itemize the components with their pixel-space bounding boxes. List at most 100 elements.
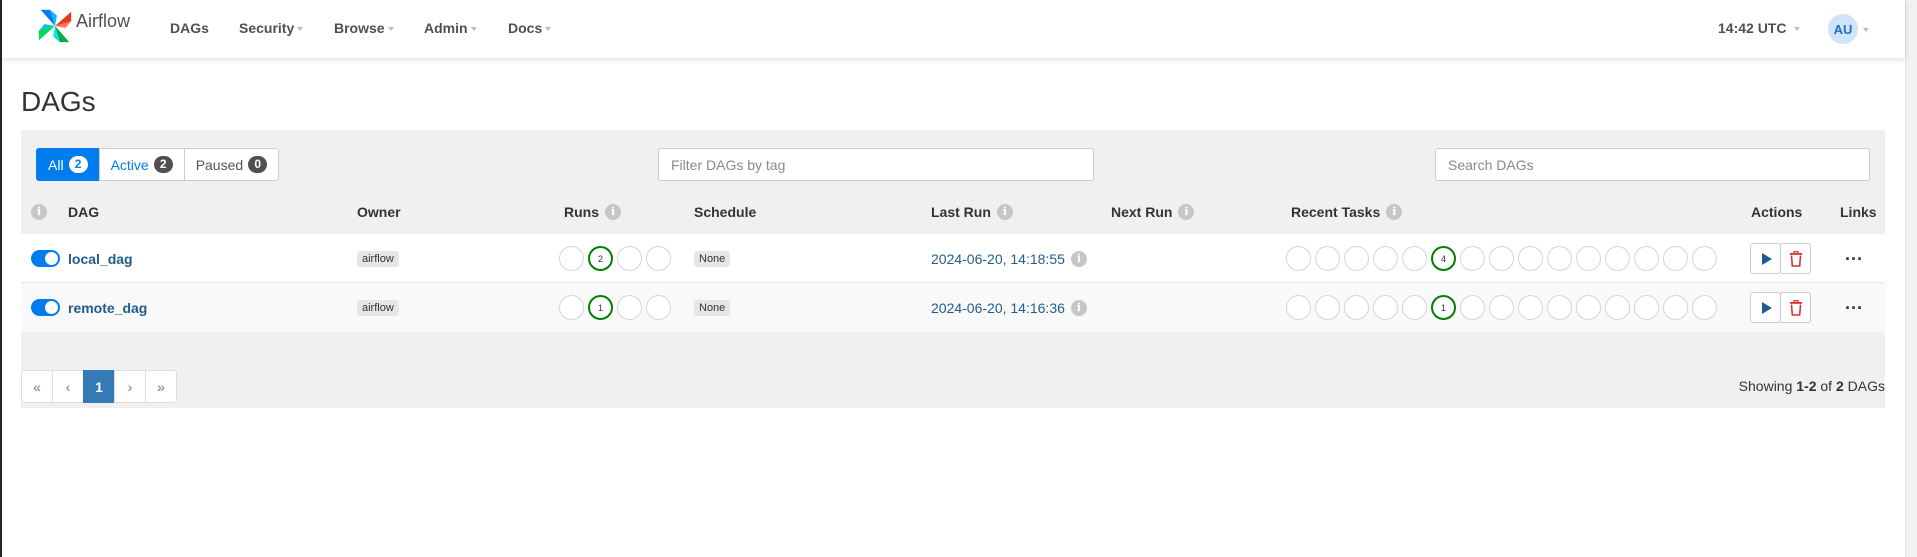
task-state-circle[interactable]	[1576, 295, 1601, 320]
task-state-circle[interactable]	[1663, 246, 1688, 271]
last-run-link[interactable]: 2024-06-20, 14:18:55 i	[931, 250, 1087, 267]
schedule-tag[interactable]: None	[694, 299, 731, 316]
delete-dag-button[interactable]	[1780, 243, 1811, 274]
task-state-circle[interactable]	[1692, 295, 1717, 320]
page-current-button[interactable]: 1	[83, 370, 115, 403]
filter-active-button[interactable]: Active 2	[98, 148, 185, 181]
play-icon	[1761, 301, 1772, 314]
task-success-circle[interactable]: 4	[1431, 246, 1456, 271]
chevron-down-icon	[1794, 27, 1801, 31]
col-owner[interactable]: Owner	[357, 204, 401, 220]
runs-failed-circle[interactable]	[646, 295, 671, 320]
scrollbar[interactable]	[1905, 0, 1917, 557]
task-state-circle[interactable]	[1489, 246, 1514, 271]
dag-link[interactable]: local_dag	[68, 251, 133, 267]
task-state-circle[interactable]	[1663, 295, 1688, 320]
filter-paused-button[interactable]: Paused 0	[183, 148, 280, 181]
nav-browse-label: Browse	[334, 20, 385, 36]
more-links-icon[interactable]: ···	[1845, 250, 1863, 268]
task-state-circle[interactable]	[1634, 295, 1659, 320]
dags-panel: All 2 Active 2 Paused 0 i DAG Owner Runs…	[21, 130, 1885, 408]
navbar: Airflow DAGs Security Browse Admin Docs …	[2, 0, 1905, 58]
col-last-run: Last Run i	[931, 204, 1013, 220]
more-links-icon[interactable]: ···	[1845, 299, 1863, 317]
schedule-tag[interactable]: None	[694, 250, 731, 267]
runs-running-circle[interactable]	[617, 246, 642, 271]
col-last-run-label: Last Run	[931, 204, 991, 220]
task-state-circle[interactable]	[1576, 246, 1601, 271]
task-state-circle[interactable]	[1518, 295, 1543, 320]
task-state-circle[interactable]	[1286, 246, 1311, 271]
task-state-circle[interactable]	[1634, 246, 1659, 271]
nav-dags[interactable]: DAGs	[170, 20, 209, 36]
task-state-circle[interactable]	[1605, 295, 1630, 320]
task-state-circle[interactable]	[1344, 246, 1369, 271]
nav-browse[interactable]: Browse	[334, 20, 394, 36]
delete-dag-button[interactable]	[1780, 292, 1811, 323]
runs-running-circle[interactable]	[617, 295, 642, 320]
timezone-clock[interactable]: 14:42 UTC	[1718, 20, 1801, 36]
task-state-circle[interactable]	[1315, 295, 1340, 320]
trigger-dag-button[interactable]	[1750, 243, 1781, 274]
chevron-down-icon	[470, 27, 477, 31]
last-run-link[interactable]: 2024-06-20, 14:16:36 i	[931, 299, 1087, 316]
task-state-circle[interactable]	[1286, 295, 1311, 320]
task-success-circle[interactable]: 1	[1431, 295, 1456, 320]
status-filter-group: All 2 Active 2 Paused 0	[36, 148, 280, 181]
nav-docs[interactable]: Docs	[508, 20, 552, 36]
trash-icon	[1789, 299, 1802, 316]
task-state-circle[interactable]	[1489, 295, 1514, 320]
runs-success-circle[interactable]: 1	[588, 295, 613, 320]
task-state-circle[interactable]	[1518, 246, 1543, 271]
dag-pause-toggle[interactable]	[31, 299, 60, 316]
runs-queued-circle[interactable]	[559, 295, 584, 320]
task-state-circle[interactable]	[1460, 295, 1485, 320]
info-icon[interactable]: i	[996, 204, 1013, 220]
avatar: AU	[1828, 14, 1858, 44]
task-state-circle[interactable]	[1315, 246, 1340, 271]
task-state-circle[interactable]	[1460, 246, 1485, 271]
page-next-button[interactable]: ›	[114, 370, 146, 403]
info-icon[interactable]: i	[31, 204, 47, 220]
task-state-circle[interactable]	[1547, 246, 1572, 271]
tag-filter-input[interactable]	[658, 148, 1094, 181]
task-state-circle[interactable]	[1402, 246, 1427, 271]
info-icon[interactable]: i	[1070, 299, 1087, 316]
showing-of: of	[1816, 378, 1836, 394]
col-dag[interactable]: DAG	[68, 204, 99, 220]
nav-admin[interactable]: Admin	[424, 20, 477, 36]
col-toggle-info[interactable]: i	[31, 204, 47, 220]
task-state-circle[interactable]	[1344, 295, 1369, 320]
task-state-circle[interactable]	[1373, 246, 1398, 271]
recent-tasks-status: 4	[1286, 234, 1721, 283]
task-state-circle[interactable]	[1547, 295, 1572, 320]
filter-all-button[interactable]: All 2	[36, 148, 100, 181]
brand[interactable]: Airflow	[36, 6, 130, 46]
info-icon[interactable]: i	[605, 204, 621, 220]
trigger-dag-button[interactable]	[1750, 292, 1781, 323]
dag-search-input[interactable]	[1435, 148, 1870, 181]
runs-failed-circle[interactable]	[646, 246, 671, 271]
filter-all-label: All	[48, 156, 64, 173]
dag-link[interactable]: remote_dag	[68, 300, 147, 316]
task-state-circle[interactable]	[1692, 246, 1717, 271]
play-icon	[1761, 252, 1772, 265]
nav-security[interactable]: Security	[239, 20, 304, 36]
task-state-circle[interactable]	[1402, 295, 1427, 320]
info-icon[interactable]: i	[1386, 204, 1403, 220]
info-icon[interactable]: i	[1178, 204, 1195, 220]
page-last-button[interactable]: »	[145, 370, 177, 403]
dag-pause-toggle[interactable]	[31, 250, 60, 267]
owner-tag[interactable]: airflow	[357, 299, 399, 316]
task-state-circle[interactable]	[1373, 295, 1398, 320]
info-icon[interactable]: i	[1070, 250, 1087, 267]
col-recent-tasks: Recent Tasks i	[1291, 204, 1403, 220]
user-menu[interactable]: AU	[1828, 14, 1869, 44]
owner-tag[interactable]: airflow	[357, 250, 399, 267]
task-state-circle[interactable]	[1605, 246, 1630, 271]
page-prev-button[interactable]: ‹	[52, 370, 84, 403]
page-first-button[interactable]: «	[21, 370, 53, 403]
runs-queued-circle[interactable]	[559, 246, 584, 271]
chevron-down-icon	[1863, 28, 1869, 32]
runs-success-circle[interactable]: 2	[588, 246, 613, 271]
